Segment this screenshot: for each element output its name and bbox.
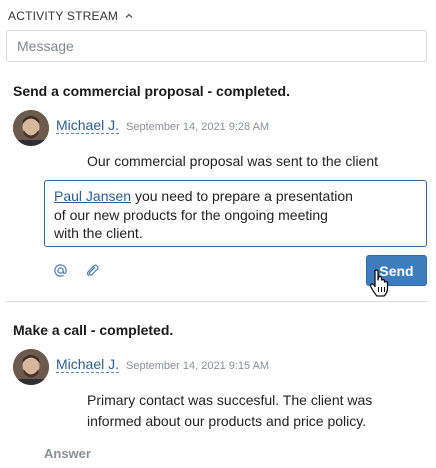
author-link[interactable]: Michael J.	[56, 357, 120, 373]
activity-timestamp: September 14, 2021 9:28 AM	[126, 121, 270, 133]
activity-title: Send a commercial proposal - completed.	[13, 83, 290, 99]
reply-text: you need to prepare a presentation	[131, 188, 353, 204]
avatar-image	[13, 110, 49, 146]
activity-comment: Our commercial proposal was sent to the …	[87, 153, 379, 169]
reply-text: with the client.	[54, 225, 143, 241]
chevron-up-icon[interactable]	[124, 11, 134, 21]
avatar-image	[13, 349, 49, 385]
reply-text: of our new products for the ongoing meet…	[54, 206, 328, 223]
activity-timestamp: September 14, 2021 9:15 AM	[126, 360, 270, 372]
paperclip-icon[interactable]	[84, 262, 100, 278]
activity-stream-title: ACTIVITY STREAM	[8, 9, 119, 23]
answer-link[interactable]: Answer	[44, 446, 91, 461]
message-input[interactable]	[6, 30, 427, 62]
activity-comment-line: Primary contact was succesful. The clien…	[87, 392, 373, 408]
activity-comment-line: informed about our products and price po…	[87, 413, 367, 429]
reply-textarea[interactable]: Paul Jansen you need to prepare a presen…	[44, 180, 427, 247]
activity-stream-header[interactable]: ACTIVITY STREAM	[8, 8, 134, 24]
send-button[interactable]: Send	[366, 255, 427, 286]
activity-title: Make a call - completed.	[13, 322, 174, 338]
avatar[interactable]	[13, 110, 49, 146]
activity-comment: Primary contact was succesful. The clien…	[87, 390, 372, 432]
at-icon[interactable]	[52, 262, 68, 278]
avatar[interactable]	[13, 349, 49, 385]
divider	[6, 301, 427, 302]
mention-link[interactable]: Paul Jansen	[54, 188, 131, 204]
author-link[interactable]: Michael J.	[56, 118, 120, 134]
